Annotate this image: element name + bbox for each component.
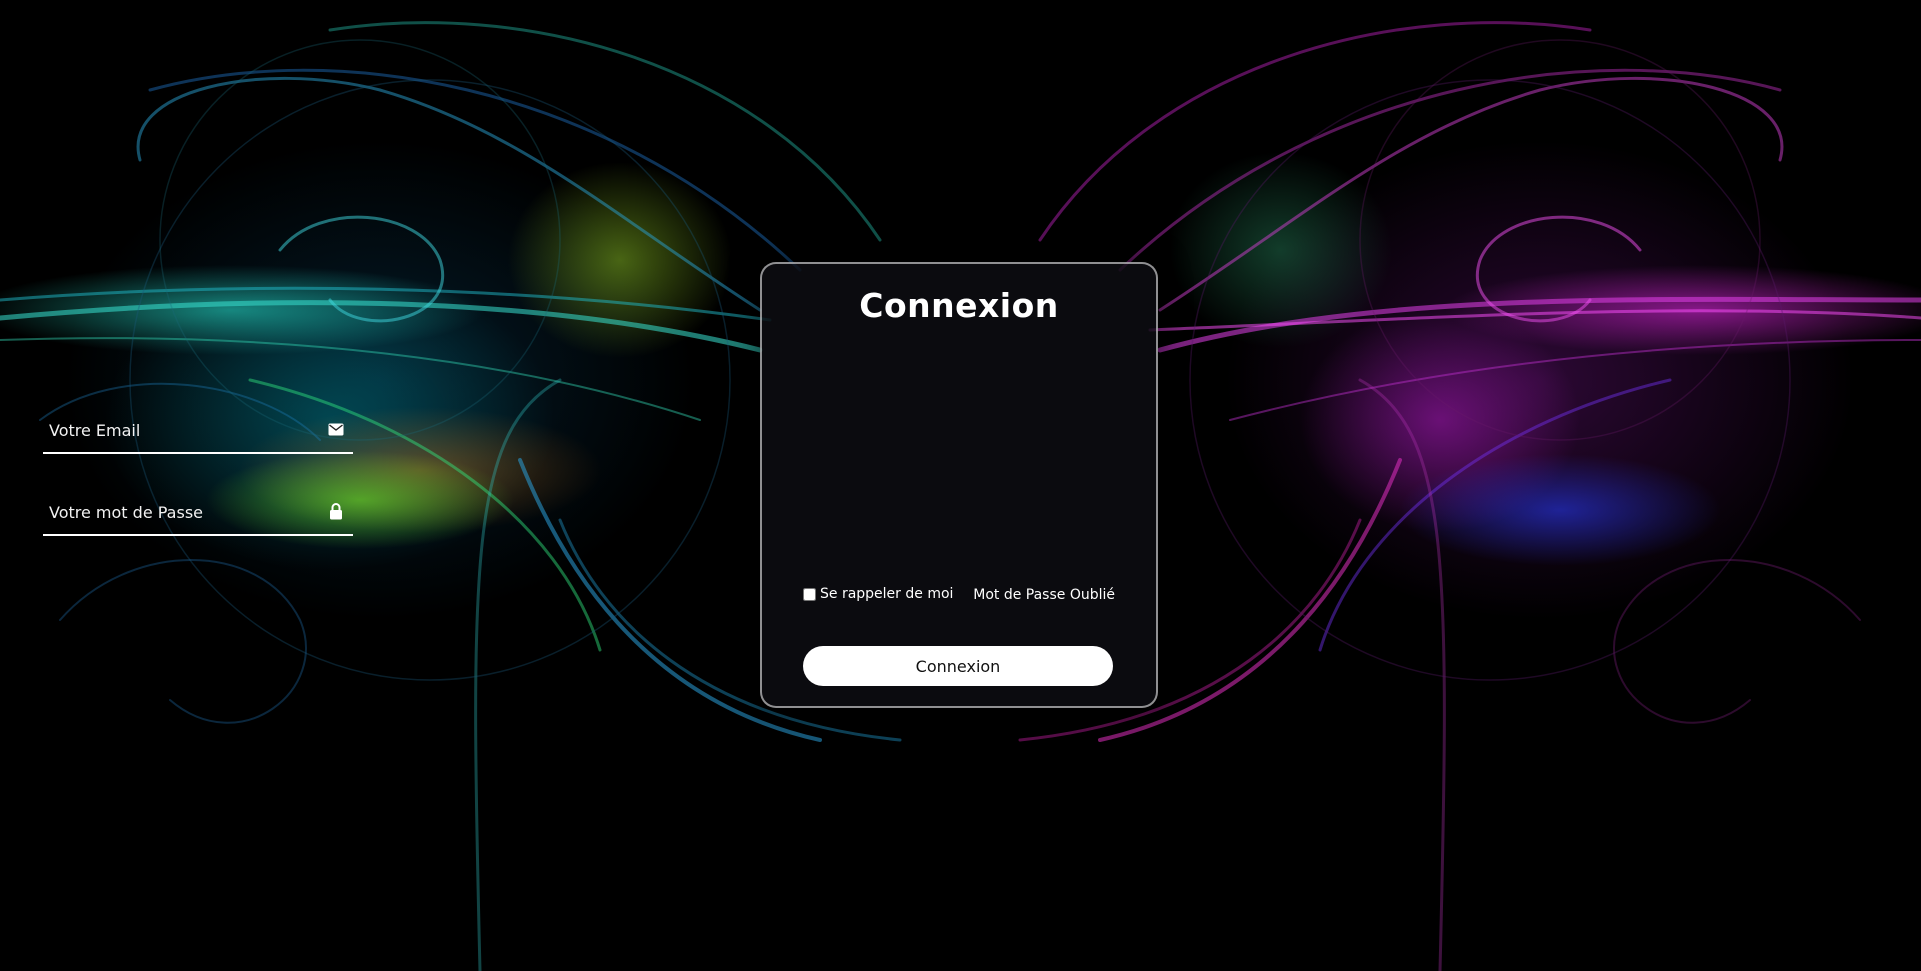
login-title: Connexion	[859, 286, 1059, 325]
email-field[interactable]	[43, 408, 353, 454]
email-input[interactable]	[43, 408, 313, 452]
envelope-icon	[327, 420, 345, 438]
password-input[interactable]	[43, 490, 313, 534]
password-field[interactable]	[43, 490, 353, 536]
lock-icon	[327, 502, 345, 520]
remember-checkbox[interactable]	[803, 587, 816, 601]
login-card: Connexion	[760, 262, 1158, 708]
forgot-password-link[interactable]: Mot de Passe Oublié	[973, 587, 1115, 603]
login-button[interactable]: Connexion	[803, 646, 1113, 686]
